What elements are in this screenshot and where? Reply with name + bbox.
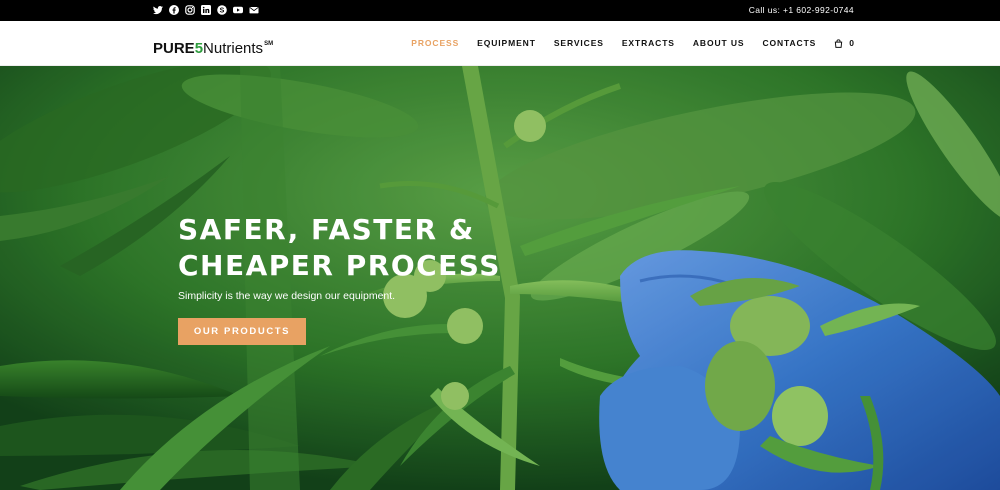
logo-text-five: 5 <box>194 40 204 57</box>
shopping-bag-icon <box>834 39 843 48</box>
hero-subtext: Simplicity is the way we design our equi… <box>178 290 396 302</box>
nav-contacts[interactable]: CONTACTS <box>762 38 816 49</box>
twitter-icon[interactable] <box>153 5 163 15</box>
hero-headline-line1: SAFER, FASTER & <box>178 213 475 246</box>
facebook-icon[interactable] <box>169 5 179 15</box>
logo-service-mark: SM <box>264 41 274 47</box>
logo-text-nutrients: Nutrients <box>203 40 264 57</box>
svg-text:S: S <box>220 7 225 14</box>
hero-headline-line2: CHEAPER PROCESS <box>178 249 501 282</box>
hero-headline: SAFER, FASTER & CHEAPER PROCESS <box>178 212 501 284</box>
logo-text-pure: PURE <box>153 40 195 57</box>
cart-button[interactable]: 0 <box>834 38 854 49</box>
main-nav: PROCESS EQUIPMENT SERVICES EXTRACTS ABOU… <box>393 38 854 49</box>
logo[interactable]: PURE5NutrientsSM <box>153 35 273 58</box>
top-bar: S Call us: +1 602-992-0744 <box>0 0 1000 21</box>
nav-equipment[interactable]: EQUIPMENT <box>477 38 536 49</box>
nav-services[interactable]: SERVICES <box>554 38 604 49</box>
skype-icon[interactable]: S <box>217 5 227 15</box>
youtube-icon[interactable] <box>233 5 243 15</box>
cart-count: 0 <box>849 38 854 48</box>
nav-process[interactable]: PROCESS <box>411 38 459 49</box>
phone-contact[interactable]: Call us: +1 602-992-0744 <box>749 5 854 16</box>
email-icon[interactable] <box>249 5 259 15</box>
nav-about-us[interactable]: ABOUT US <box>693 38 745 49</box>
site-header: PURE5NutrientsSM PROCESS EQUIPMENT SERVI… <box>0 21 1000 66</box>
linkedin-icon[interactable] <box>201 5 211 15</box>
social-links: S <box>153 5 259 15</box>
nav-extracts[interactable]: EXTRACTS <box>622 38 675 49</box>
hero-banner: SAFER, FASTER & CHEAPER PROCESS Simplici… <box>0 66 1000 490</box>
instagram-icon[interactable] <box>185 5 195 15</box>
our-products-button[interactable]: OUR PRODUCTS <box>178 318 306 345</box>
